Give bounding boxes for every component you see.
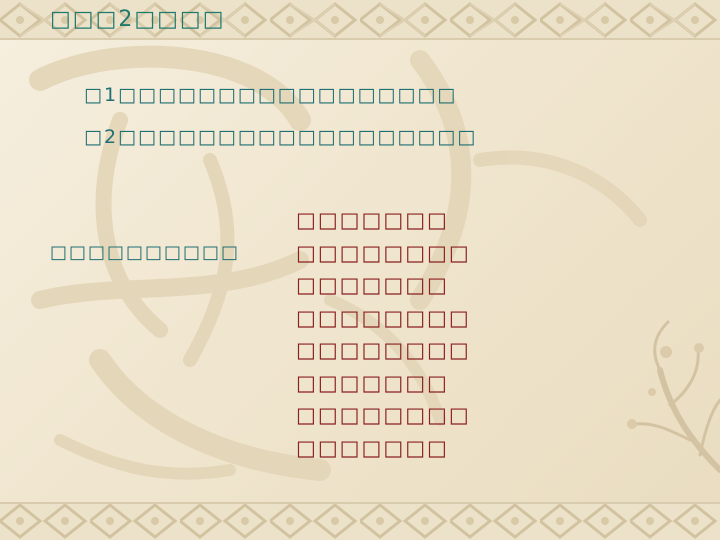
answer-category-label: □□□□□□□□□□	[50, 242, 241, 263]
answer-item: □□□□□□□	[296, 273, 449, 297]
answer-item: □□□□□□□□	[296, 338, 471, 362]
answer-item: □□□□□□□	[296, 208, 449, 232]
answer-item: □□□□□□□	[296, 435, 449, 460]
plum-branch-decoration	[627, 320, 720, 473]
question-1: □1□□□□□□□□□□□□□□□□□	[84, 84, 458, 106]
question-2: □2□□□□□□□□□□□□□□□□□□	[84, 126, 478, 148]
answer-item: □□□□□□□	[296, 370, 449, 395]
slide: □□□2□□□□ □1□□□□□□□□□□□□□□□□□ □2□□□□□□□□□…	[0, 0, 720, 540]
answer-list: □□□□□□□ □□□□□□□□ □□□□□□□ □□□□□□□□ □□□□□□…	[296, 204, 471, 464]
answer-item: □□□□□□□□	[296, 240, 471, 265]
answer-item: □□□□□□□□	[296, 403, 471, 427]
slide-title: □□□2□□□□	[50, 7, 226, 32]
answer-item: □□□□□□□□	[296, 305, 471, 330]
bottom-border-pattern	[0, 502, 720, 540]
